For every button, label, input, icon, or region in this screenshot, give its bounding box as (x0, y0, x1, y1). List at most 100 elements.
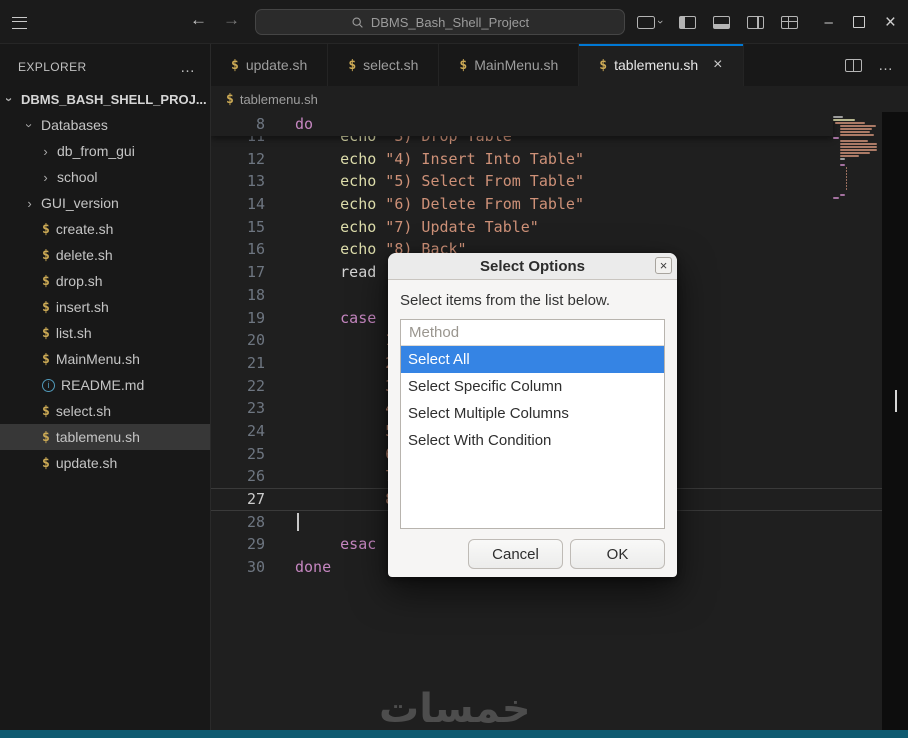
chevron-right-icon: › (27, 195, 32, 211)
line-number: 23 (246, 399, 265, 418)
tree-item-MainMenu.sh[interactable]: $ MainMenu.sh (0, 346, 210, 372)
toggle-panel-icon[interactable] (712, 15, 730, 29)
tab-update.sh[interactable]: $ update.sh (211, 44, 329, 86)
watermark: خمسات (379, 686, 531, 730)
search-title: DBMS_Bash_Shell_Project (370, 14, 530, 30)
option-select-with-condition[interactable]: Select With Condition (401, 427, 664, 454)
tree-item-list.sh[interactable]: $ list.sh (0, 320, 210, 346)
list-column-header: Method (401, 320, 664, 346)
tab-select.sh[interactable]: $ select.sh (328, 44, 440, 86)
options-list: Method Select All Select Specific Column S… (400, 319, 665, 529)
tab-bar: $ update.sh $ select.sh $ MainMenu.sh $ tableme… (211, 44, 908, 86)
forward-icon[interactable]: → (223, 10, 240, 30)
dialog-message: Select items from the list below. (400, 292, 611, 309)
menu-icon[interactable] (12, 17, 27, 29)
chevron-right-icon: › (43, 143, 48, 159)
chevron-right-icon: › (43, 169, 48, 185)
cast-icon[interactable]: › (636, 15, 666, 29)
line-number: 19 (246, 308, 265, 327)
line-number: 26 (246, 467, 265, 486)
tree-item-select.sh[interactable]: $ select.sh (0, 398, 210, 424)
line-number: 16 (246, 240, 265, 259)
search-box[interactable]: DBMS_Bash_Shell_Project (255, 9, 625, 35)
line-number: 28 (246, 512, 265, 531)
dialog-title: Select Options (479, 257, 586, 275)
back-icon[interactable]: ← (190, 10, 207, 30)
chevron-down-icon: › (653, 20, 666, 24)
line-number: 27 (246, 490, 265, 508)
code-line-15[interactable]: 15 echo "7) Update Table" (211, 216, 908, 239)
title-bar: ← → DBMS_Bash_Shell_Project › – × (0, 0, 908, 44)
shell-icon: $ (42, 247, 50, 263)
split-editor-icon[interactable] (845, 58, 862, 72)
status-bar (0, 730, 908, 738)
tree-item-Databases[interactable]: › Databases (0, 112, 210, 138)
shell-icon: $ (42, 455, 50, 471)
line-number: 12 (246, 149, 265, 168)
line-number: 25 (246, 444, 265, 463)
shell-icon: $ (231, 57, 239, 73)
toggle-secondary-sidebar-icon[interactable] (746, 15, 764, 29)
cancel-button[interactable]: Cancel (468, 539, 563, 569)
option-select-all[interactable]: Select All (401, 346, 664, 373)
tree-item-update.sh[interactable]: $ update.sh (0, 450, 210, 476)
code-line-14[interactable]: 14 echo "6) Delete From Table" (211, 193, 908, 216)
shell-icon: $ (42, 351, 50, 367)
tree-item-DBMS_BASH_SHELL_PROJ...[interactable]: › DBMS_BASH_SHELL_PROJ... (0, 86, 210, 112)
toggle-primary-sidebar-icon[interactable] (678, 15, 696, 29)
tree-item-school[interactable]: › school (0, 164, 210, 190)
tab-tablemenu.sh[interactable]: $ tablemenu.sh × (579, 44, 744, 86)
minimap[interactable] (833, 116, 881, 200)
code-line-12[interactable]: 12 echo "4) Insert Into Table" (211, 148, 908, 171)
option-select-multiple-columns[interactable]: Select Multiple Columns (401, 400, 664, 427)
line-number: 22 (246, 376, 265, 395)
shell-icon: $ (42, 403, 50, 419)
tree-item-create.sh[interactable]: $ create.sh (0, 216, 210, 242)
line-number: 18 (246, 285, 265, 304)
code-line-13[interactable]: 13 echo "5) Select From Table" (211, 170, 908, 193)
text-cursor (297, 513, 299, 532)
close-icon[interactable]: × (713, 56, 722, 74)
tab-MainMenu.sh[interactable]: $ MainMenu.sh (439, 44, 580, 86)
minimize-icon[interactable]: – (825, 15, 833, 30)
shell-icon: $ (42, 221, 50, 237)
line-number: 13 (246, 172, 265, 191)
tree-item-GUI_version[interactable]: › GUI_version (0, 190, 210, 216)
dialog-titlebar[interactable]: Select Options × (388, 253, 677, 280)
line-number: 8 (255, 115, 265, 133)
shell-icon: $ (459, 57, 468, 73)
tree-item-drop.sh[interactable]: $ drop.sh (0, 268, 210, 294)
shell-icon: $ (42, 273, 50, 289)
maximize-icon[interactable] (852, 16, 865, 28)
customize-layout-icon[interactable] (780, 15, 798, 29)
shell-icon: $ (42, 299, 50, 315)
tree-item-db_from_gui[interactable]: › db_from_gui (0, 138, 210, 164)
close-icon[interactable]: × (885, 13, 896, 32)
scrollbar[interactable] (882, 112, 908, 730)
explorer-sidebar: EXPLORER … › DBMS_BASH_SHELL_PROJ... › Data… (0, 44, 211, 730)
line-number: 24 (246, 421, 265, 440)
line-number: 20 (246, 331, 265, 350)
chevron-down-icon: › (2, 96, 17, 102)
explorer-title: EXPLORER (18, 60, 87, 74)
code-editor[interactable]: 11 echo "3) Drop Table" 12 echo "4) Insert … (211, 112, 908, 730)
option-select-specific-column[interactable]: Select Specific Column (401, 373, 664, 400)
tree-item-tablemenu.sh[interactable]: $ tablemenu.sh (0, 424, 210, 450)
shell-icon: $ (42, 429, 50, 445)
chevron-down-icon: › (22, 122, 37, 128)
tree-item-README.md[interactable]: i README.md (0, 372, 210, 398)
select-options-dialog: Select Options × Select items from the l… (388, 253, 677, 577)
breadcrumb[interactable]: $ tablemenu.sh (211, 86, 908, 112)
tree-item-delete.sh[interactable]: $ delete.sh (0, 242, 210, 268)
file-tree: › DBMS_BASH_SHELL_PROJ... › Databases › db_fr… (0, 86, 210, 730)
more-actions-icon[interactable]: … (180, 59, 196, 76)
shell-icon: $ (599, 57, 608, 73)
more-actions-icon[interactable]: … (878, 57, 894, 74)
ok-button[interactable]: OK (570, 539, 665, 569)
sticky-scroll-line[interactable]: 8 do (211, 112, 833, 136)
scrollbar-marker (895, 390, 897, 412)
editor-group: $ update.sh $ select.sh $ MainMenu.sh $ tableme… (211, 44, 908, 730)
close-icon[interactable]: × (655, 257, 672, 274)
tree-item-insert.sh[interactable]: $ insert.sh (0, 294, 210, 320)
line-number: 15 (246, 217, 265, 236)
